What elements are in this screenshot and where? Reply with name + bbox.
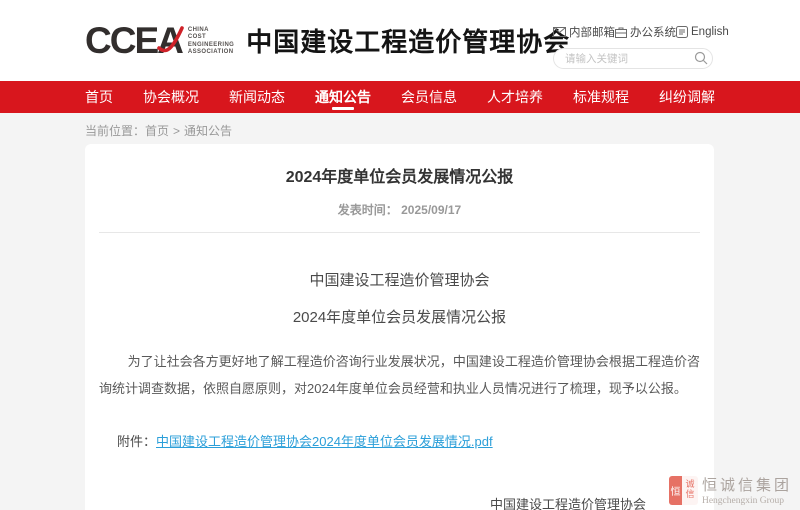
site-title: 中国建设工程造价管理协会 [246,22,570,59]
nav-item-association-overview[interactable]: 协会概况 [143,81,199,113]
nav-item-standards[interactable]: 标准规程 [573,81,629,113]
quick-links: 内部邮箱 办公系统 English [553,24,715,40]
hengchengxin-seal-icon: 恒 诚 信 [669,476,698,505]
watermark-name-en: Hengchengxin Group [702,496,792,506]
internal-mail-link[interactable]: 内部邮箱 [553,24,615,40]
nav-item-talent-training[interactable]: 人才培养 [487,81,543,113]
breadcrumb: 当前位置：首页 > 通知公告 [85,113,800,144]
quick-link-label: 内部邮箱 [569,24,615,40]
office-system-link[interactable]: 办公系统 [615,24,676,40]
watermark-name-cn: 恒诚信集团 [702,474,792,495]
search-button[interactable] [693,51,708,66]
search-input[interactable] [553,48,713,69]
article-org-heading: 中国建设工程造价管理协会 [99,269,700,290]
publish-date: 发表时间： 2025/09/17 [99,201,700,218]
mail-icon [553,27,566,37]
english-link[interactable]: English [676,26,729,38]
search-box [553,48,715,69]
nav-item-news[interactable]: 新闻动态 [229,81,285,113]
site-header: CCEA CHINA COST ENGINEERING ASSOCIATION … [0,0,800,81]
globe-icon [676,26,688,38]
signature-block: 中国建设工程造价管理协会 2025年9月17日 [99,494,700,510]
quick-link-label: 办公系统 [630,24,676,40]
breadcrumb-separator: > [173,124,180,138]
article-card: 2024年度单位会员发展情况公报 发表时间： 2025/09/17 中国建设工程… [85,144,714,510]
quick-link-label: English [691,26,729,38]
nav-item-member-info[interactable]: 会员信息 [401,81,457,113]
breadcrumb-prefix: 当前位置： [85,124,145,138]
hengchengxin-watermark: 恒 诚 信 恒诚信集团 Hengchengxin Group [669,474,792,506]
main-nav: 首页 协会概况 新闻动态 通知公告 会员信息 人才培养 标准规程 纠纷调解 [0,81,800,113]
nav-item-dispute-mediation[interactable]: 纠纷调解 [659,81,715,113]
attachment-label: 附件： [117,434,156,449]
title-divider [99,232,700,233]
article-subject-heading: 2024年度单位会员发展情况公报 [99,306,700,327]
breadcrumb-home-link[interactable]: 首页 [145,124,169,138]
briefcase-icon [615,27,627,38]
logo-tagline: CHINA COST ENGINEERING ASSOCIATION [188,27,234,56]
active-tab-indicator [332,107,354,110]
search-icon [694,51,708,65]
logo-swoosh-icon [156,24,186,58]
article-title: 2024年度单位会员发展情况公报 [99,163,700,187]
attachment-pdf-link[interactable]: 中国建设工程造价管理协会2024年度单位会员发展情况.pdf [156,434,493,449]
breadcrumb-current-link[interactable]: 通知公告 [184,124,232,138]
site-logo[interactable]: CCEA CHINA COST ENGINEERING ASSOCIATION … [85,22,570,59]
attachment-row: 附件：中国建设工程造价管理协会2024年度单位会员发展情况.pdf [99,431,700,450]
signature-org: 中国建设工程造价管理协会 [490,494,646,510]
nav-item-notices[interactable]: 通知公告 [315,81,371,113]
article-body-paragraph: 为了让社会各方更好地了解工程造价咨询行业发展状况，中国建设工程造价管理协会根据工… [99,348,700,403]
nav-item-home[interactable]: 首页 [85,81,113,113]
